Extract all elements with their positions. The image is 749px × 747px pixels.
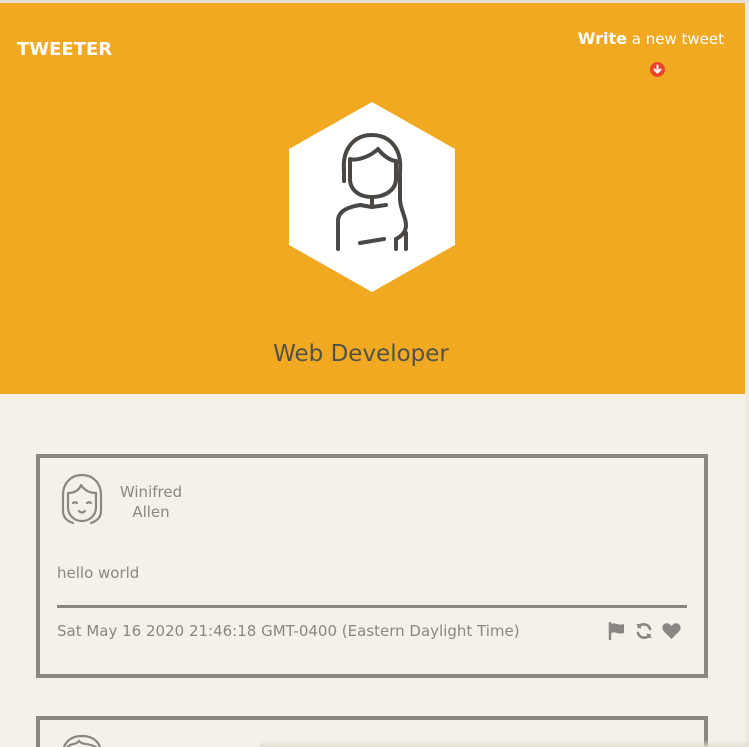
- arrow-down-circle-icon[interactable]: [650, 62, 665, 77]
- app-logo[interactable]: TWEETER: [17, 39, 112, 60]
- retweet-icon[interactable]: [635, 622, 653, 644]
- compose-rest-label: a new tweet: [627, 30, 724, 48]
- scrollbar[interactable]: [745, 3, 749, 747]
- author-avatar: [59, 473, 105, 529]
- tweet-card: Winifred Allen hello world Sat May 16 20…: [36, 454, 708, 678]
- tweet-timestamp: Sat May 16 2020 21:46:18 GMT-0400 (Easte…: [57, 622, 520, 640]
- tweet-divider: [57, 605, 687, 608]
- tweet-text: hello world: [57, 564, 140, 582]
- heart-icon[interactable]: [662, 622, 681, 644]
- author-name[interactable]: Winifred Allen: [116, 482, 186, 522]
- write-tweet-link[interactable]: Write a new tweet: [578, 29, 724, 48]
- profile-avatar: [288, 101, 456, 297]
- profile-name: Web Developer: [273, 341, 449, 367]
- author-avatar: [59, 734, 105, 747]
- author-last-name: Allen: [132, 503, 170, 521]
- author-first-name: Winifred: [119, 483, 183, 501]
- compose-bold-label: Write: [577, 29, 627, 48]
- profile-header: TWEETER Write a new tweet Web Developer: [0, 3, 745, 394]
- flag-icon[interactable]: [608, 621, 626, 644]
- bottom-fade: [260, 740, 749, 747]
